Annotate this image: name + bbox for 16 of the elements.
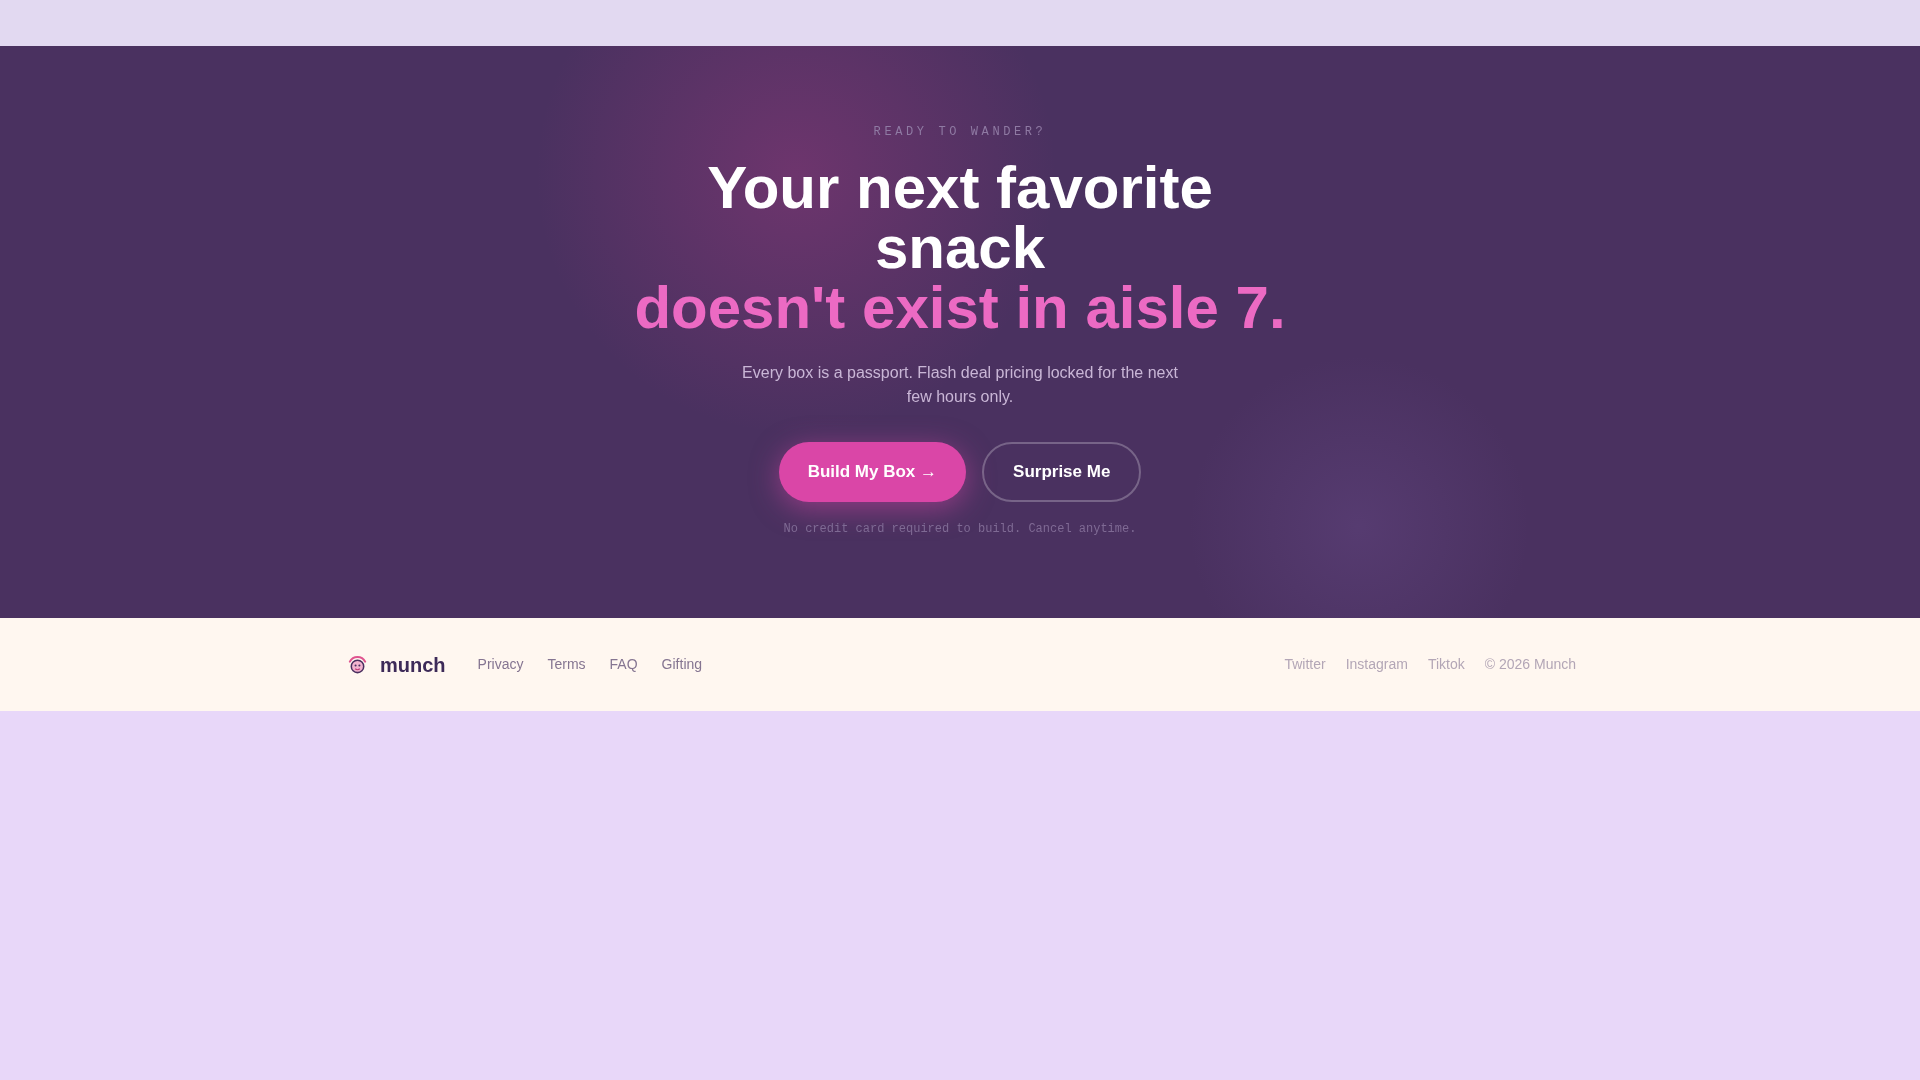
footer-link[interactable]: Terms — [547, 654, 586, 675]
eyebrow-text: READY TO WANDER? — [873, 124, 1047, 140]
social-link[interactable]: Twitter — [1284, 654, 1326, 675]
disclaimer-text: No credit card required to build. Cancel anytime. — [783, 521, 1137, 537]
footer-link[interactable]: Gifting — [661, 654, 703, 675]
copyright-text: © 2026 Munch — [1484, 655, 1576, 674]
build-box-button[interactable]: Build My Box → — [778, 442, 967, 502]
brand-name[interactable]: munch — [380, 649, 446, 680]
footer-link[interactable]: FAQ — [609, 654, 638, 675]
hero-heading: Your next favorite snack doesn't exist in aisle 7. — [633, 158, 1287, 338]
hero-subtitle: Every box is a passport. Flash deal pricing locked for the next few hours only. — [741, 363, 1179, 407]
logo-icon — [347, 654, 368, 675]
surprise-button[interactable]: Surprise Me — [982, 442, 1142, 502]
footer-link[interactable]: Privacy — [477, 654, 524, 675]
social-link[interactable]: Instagram — [1345, 654, 1408, 675]
social-link[interactable]: Tiktok — [1427, 654, 1465, 675]
